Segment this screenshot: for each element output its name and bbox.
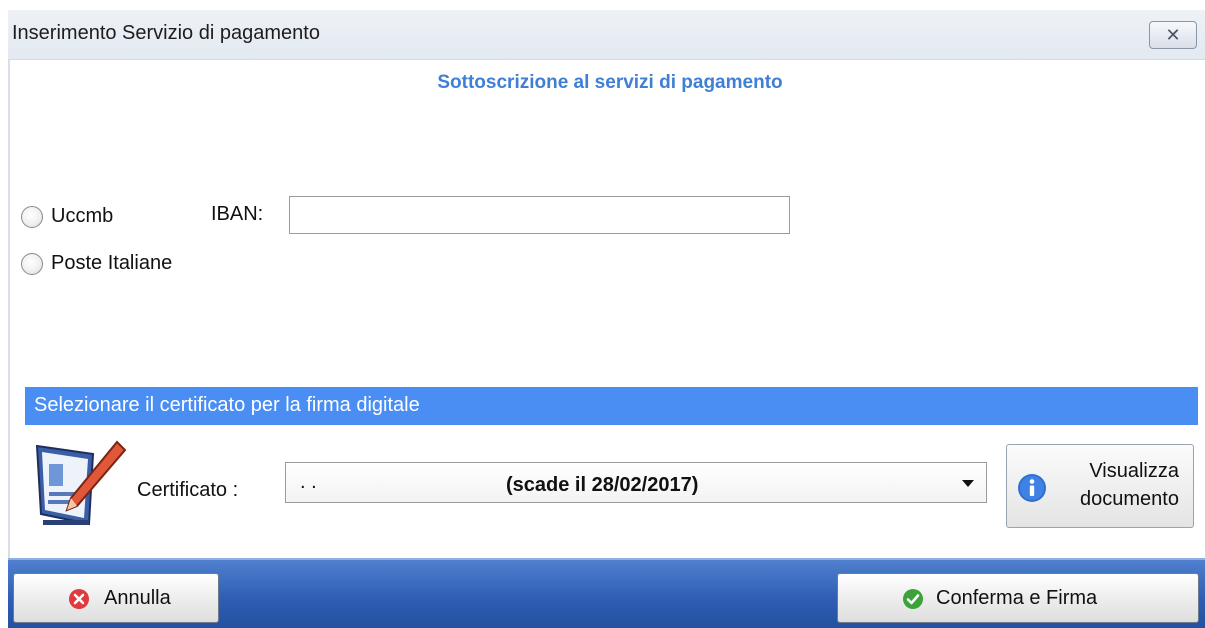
check-icon <box>903 589 923 609</box>
info-icon <box>1018 474 1046 502</box>
title-bar: Inserimento Servizio di pagamento ✕ <box>8 10 1205 60</box>
pen-document-icon <box>35 440 127 526</box>
radio-poste-italiane[interactable] <box>21 252 43 275</box>
confirm-label: Conferma e Firma <box>936 586 1098 609</box>
radio-label-poste-italiane: Poste Italiane <box>51 252 173 274</box>
option-uccmb[interactable]: Uccmb <box>21 205 113 228</box>
certificate-value: (scade il 28/02/2017) <box>506 474 699 496</box>
radio-uccmb[interactable] <box>21 205 43 228</box>
chevron-down-icon[interactable] <box>962 480 974 487</box>
certificate-select[interactable]: . . (scade il 28/02/2017) <box>285 462 987 503</box>
footer-bar: Annulla Conferma e Firma <box>8 558 1205 628</box>
view-button-line1: Visualizza <box>1089 460 1179 482</box>
cancel-icon <box>69 589 89 609</box>
close-button[interactable]: ✕ <box>1149 21 1197 49</box>
signature-section-header: Selezionare il certificato per la firma … <box>25 387 1198 425</box>
cancel-label: Annulla <box>104 586 171 609</box>
view-button-line2: documento <box>1080 488 1179 510</box>
form-heading: Sottoscrizione al servizi di pagamento <box>437 72 783 93</box>
iban-label: IBAN: <box>211 203 264 225</box>
confirm-sign-button[interactable]: Conferma e Firma <box>837 573 1199 623</box>
certificate-label: Certificato : <box>137 479 239 501</box>
radio-label-uccmb: Uccmb <box>51 205 114 227</box>
view-document-button[interactable]: Visualizza documento <box>1006 444 1194 528</box>
iban-input[interactable] <box>289 196 790 234</box>
window-title: Inserimento Servizio di pagamento <box>12 22 320 44</box>
close-icon: ✕ <box>1165 24 1181 45</box>
option-poste-italiane[interactable]: Poste Italiane <box>21 252 172 275</box>
window-frame <box>8 60 10 558</box>
cancel-button[interactable]: Annulla <box>13 573 219 623</box>
certificate-prefix: . . <box>300 471 317 493</box>
